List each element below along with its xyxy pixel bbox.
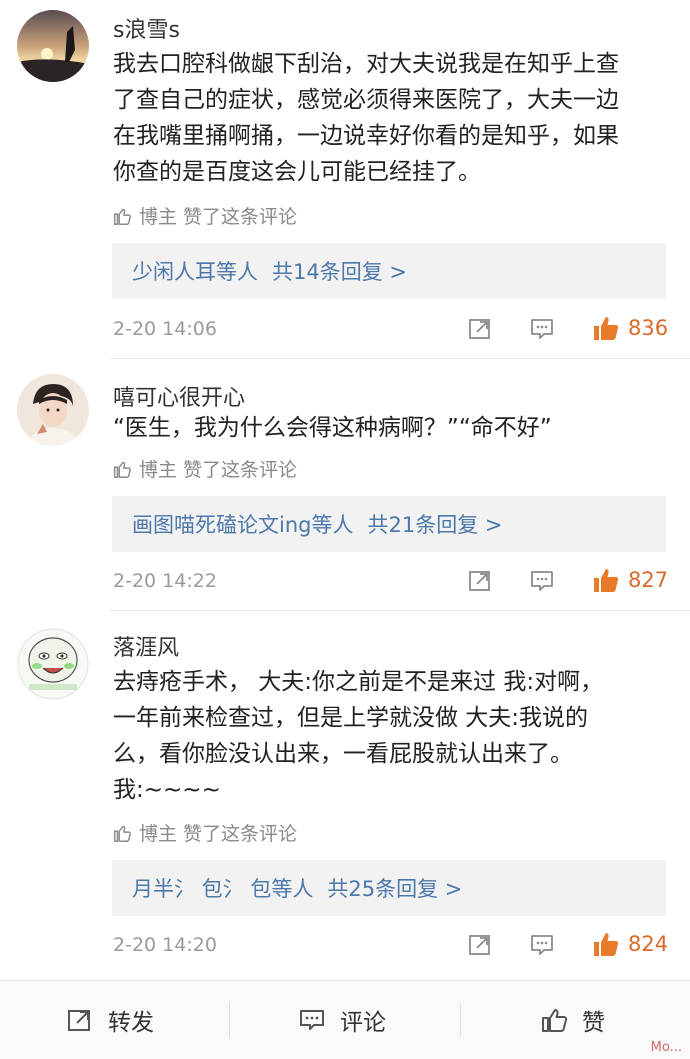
bottom-action-bar: 转发 评论 赞 Mo...	[0, 980, 690, 1059]
comment-item: 嘻可心很开心 “医生，我为什么会得这种病啊？”“命不好” 博主 赞了这条评论 画…	[0, 358, 690, 610]
comment-body: 我去口腔科做龈下刮治，对大夫说我是在知乎上查 了查自己的症状，感觉必须得来医院了…	[113, 46, 673, 190]
comment-icon[interactable]	[529, 316, 555, 342]
like-button[interactable]: 赞	[540, 981, 605, 1059]
repost-icon[interactable]	[467, 568, 493, 594]
separator	[460, 1003, 461, 1037]
comment-line: 你查的是百度这会儿可能已经挂了。	[113, 159, 481, 185]
comment-item: 落涯风 去痔疮手术， 大夫:你之前是不是来过 我:对啊， 一年前来检查过，但是上…	[0, 610, 690, 976]
repost-icon[interactable]	[467, 316, 493, 342]
comment-line: 我:~~~~	[113, 777, 221, 803]
thumbs-up-outline-icon	[113, 461, 131, 478]
separator	[229, 1003, 230, 1037]
avatar[interactable]	[17, 10, 89, 82]
reply-users[interactable]: 少闲人耳等人	[132, 256, 258, 286]
comment-line: “医生，我为什么会得这种病啊？”“命不好”	[113, 415, 552, 441]
reply-count-link[interactable]: 共25条回复 >	[327, 873, 462, 903]
repost-icon[interactable]	[467, 932, 493, 958]
comment-username[interactable]: 嘻可心很开心	[113, 380, 245, 412]
like-icon[interactable]	[592, 930, 620, 958]
like-label: 赞	[582, 1010, 605, 1036]
comment-item: s浪雪s 我去口腔科做龈下刮治，对大夫说我是在知乎上查 了查自己的症状，感觉必须…	[0, 0, 690, 358]
comment-line: 一年前来检查过，但是上学就没做 大夫:我说的	[113, 705, 589, 731]
repost-icon	[68, 1010, 90, 1031]
replies-preview[interactable]: 少闲人耳等人 共14条回复 >	[112, 243, 666, 299]
author-liked-note: 博主 赞了这条评论	[111, 202, 297, 229]
like-count: 824	[628, 932, 669, 956]
comment-date: 2-20 14:22	[113, 570, 217, 592]
comment-date: 2-20 14:06	[113, 318, 217, 340]
like-count: 836	[628, 316, 669, 340]
reply-count-link[interactable]: 共21条回复 >	[367, 509, 502, 539]
reply-users[interactable]: 画图喵死磕论文ing等人	[132, 509, 353, 539]
comment-username[interactable]: s浪雪s	[113, 12, 180, 44]
author-liked-text: 博主 赞了这条评论	[139, 206, 298, 228]
reply-count-link[interactable]: 共14条回复 >	[272, 256, 407, 286]
author-liked-note: 博主 赞了这条评论	[111, 819, 297, 846]
comment-line: 去痔疮手术， 大夫:你之前是不是来过 我:对啊，	[113, 669, 604, 695]
comment-label: 评论	[340, 1010, 386, 1036]
comment-line: 了查自己的症状，感觉必须得来医院了，大夫一边	[113, 87, 619, 113]
avatar[interactable]	[17, 628, 89, 700]
like-icon[interactable]	[592, 566, 620, 594]
comment-button[interactable]: 评论	[298, 981, 386, 1059]
comment-username[interactable]: 落涯风	[113, 630, 179, 662]
reply-users[interactable]: 月半氵 包氵 包等人	[132, 873, 313, 903]
like-icon[interactable]	[592, 314, 620, 342]
replies-preview[interactable]: 月半氵 包氵 包等人 共25条回复 >	[112, 860, 666, 916]
author-liked-note: 博主 赞了这条评论	[111, 455, 297, 482]
comment-body: 去痔疮手术， 大夫:你之前是不是来过 我:对啊， 一年前来检查过，但是上学就没做…	[113, 664, 673, 808]
comment-icon[interactable]	[529, 932, 555, 958]
comment-icon[interactable]	[529, 568, 555, 594]
thumbs-up-outline-icon	[113, 208, 131, 225]
avatar[interactable]	[17, 374, 89, 446]
repost-label: 转发	[108, 1010, 154, 1036]
repost-button[interactable]: 转发	[66, 981, 154, 1059]
comment-line: 在我嘴里捅啊捅，一边说幸好你看的是知乎，如果	[113, 123, 619, 149]
comment-date: 2-20 14:20	[113, 934, 217, 956]
comment-line: 么，看你脸没认出来，一看屁股就认出来了。	[113, 741, 573, 767]
author-liked-text: 博主 赞了这条评论	[139, 823, 298, 845]
comment-body: “医生，我为什么会得这种病啊？”“命不好”	[113, 410, 673, 446]
watermark: Mo...	[650, 1040, 682, 1055]
thumbs-up-icon	[542, 1009, 568, 1032]
replies-preview[interactable]: 画图喵死磕论文ing等人 共21条回复 >	[112, 496, 666, 552]
comment-icon	[300, 1010, 324, 1030]
comment-line: 我去口腔科做龈下刮治，对大夫说我是在知乎上查	[113, 51, 619, 77]
like-count: 827	[628, 568, 669, 592]
thumbs-up-outline-icon	[113, 825, 131, 842]
author-liked-text: 博主 赞了这条评论	[139, 459, 298, 481]
